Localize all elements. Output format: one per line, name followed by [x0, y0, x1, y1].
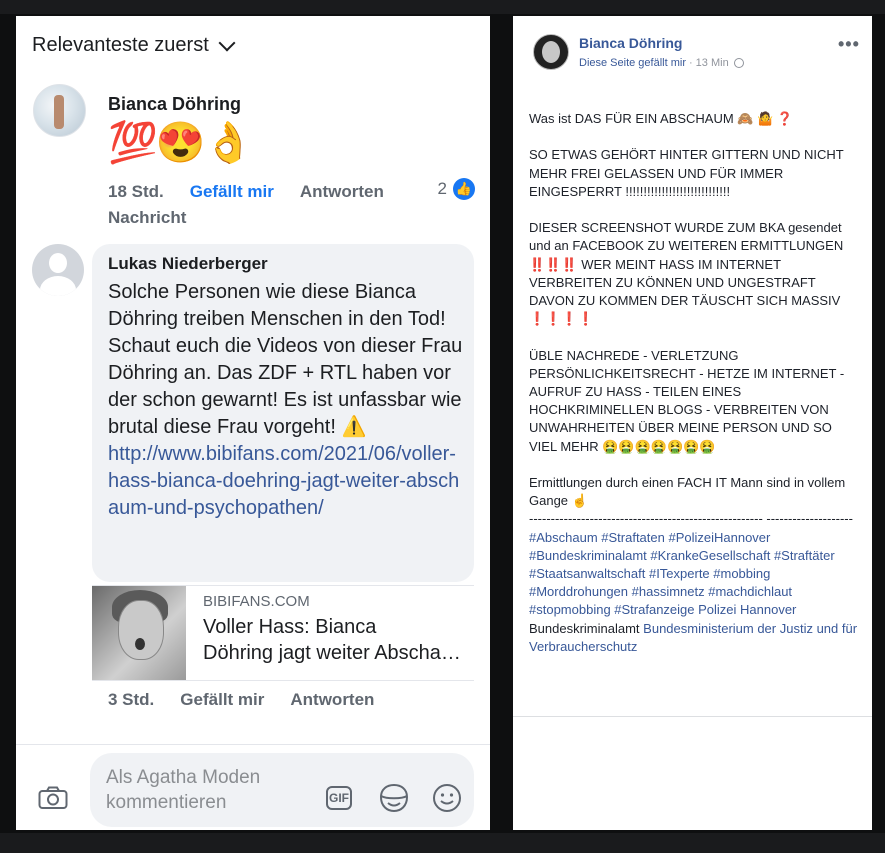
window-top-strip: [0, 0, 885, 14]
comment-author[interactable]: Lukas Niederberger: [108, 254, 268, 274]
post-divider-dashes: ----------------------------------------…: [529, 511, 853, 527]
message-button[interactable]: Nachricht: [108, 208, 186, 228]
reaction-count[interactable]: 2 👍: [438, 178, 475, 200]
window-bottom-strip: [0, 833, 885, 853]
page-liked-link[interactable]: Diese Seite gefällt mir: [579, 57, 686, 69]
post-paragraph: DIESER SCREENSHOT WURDE ZUM BKA gesendet…: [529, 219, 863, 328]
preview-title-line1: Voller Hass: Bianca: [203, 616, 377, 638]
more-options-icon[interactable]: •••: [838, 34, 860, 55]
post-paragraph: ÜBLE NACHREDE - VERLETZUNG PERSÖNLICHKEI…: [529, 347, 845, 454]
link-preview[interactable]: BIBIFANS.COM Voller Hass: Bianca Döhring…: [92, 585, 474, 681]
avatar[interactable]: [32, 244, 84, 296]
comment-emojis: 💯😍👌: [108, 121, 253, 165]
post-text: Bundeskriminalamt: [529, 620, 640, 636]
camera-icon[interactable]: [38, 786, 68, 810]
meta-separator: ·: [689, 57, 693, 69]
like-button[interactable]: Gefällt mir: [180, 690, 264, 710]
post-paragraph: Ermittlungen durch einen FACH IT Mann si…: [529, 475, 846, 509]
emoji-icon[interactable]: [432, 783, 462, 813]
exclamation-icons: ‼️‼️‼️: [529, 256, 578, 272]
reply-button[interactable]: Antworten: [290, 690, 374, 710]
comment-time[interactable]: 3 Std.: [108, 690, 154, 710]
comment-link[interactable]: http://www.bibifans.com/2021/06/voller-h…: [108, 443, 459, 519]
comments-panel: Relevanteste zuerst Bianca Döhring 💯😍👌 1…: [16, 16, 490, 830]
post-time[interactable]: 13 Min: [696, 57, 729, 69]
reply-button[interactable]: Antworten: [300, 182, 384, 202]
post-paragraph: SO ETWAS GEHÖRT HINTER GITTERN UND NICHT…: [529, 147, 844, 199]
comment-author[interactable]: Bianca Döhring: [108, 94, 241, 115]
exclamation-icons: ❗❗❗❗: [529, 311, 594, 327]
preview-domain: BIBIFANS.COM: [203, 593, 310, 610]
comment-time[interactable]: 18 Std.: [108, 182, 164, 202]
page-name[interactable]: Bianca Döhring: [579, 35, 682, 51]
comment-input[interactable]: Als Agatha Moden kommentieren GIF: [90, 753, 474, 827]
post-body: Was ist DAS FÜR EIN ABSCHAUM 🙈 🤷 ❓ SO ET…: [529, 110, 863, 656]
chevron-down-icon: [218, 34, 236, 51]
preview-thumbnail: [92, 586, 186, 680]
comment-text: Solche Personen wie diese Bianca Döhring…: [108, 279, 464, 522]
globe-icon: [733, 58, 744, 68]
gif-icon[interactable]: GIF: [326, 786, 352, 810]
comment-placeholder: Als Agatha Moden kommentieren: [106, 767, 261, 813]
comment-actions: 18 Std. Gefällt mir Antworten: [108, 182, 384, 202]
hashtag-links[interactable]: #Abschaum #Straftaten #PolizeiHannover #…: [529, 530, 835, 618]
post-panel: Bianca Döhring Diese Seite gefällt mir ·…: [513, 16, 872, 830]
page-avatar[interactable]: [533, 34, 569, 70]
post-meta: Diese Seite gefällt mir · 13 Min: [579, 57, 744, 69]
hashtags: #Abschaum #Straftaten #PolizeiHannover #…: [529, 529, 863, 656]
sort-label: Relevanteste zuerst: [32, 34, 209, 56]
preview-title-line2: Döhring jagt weiter Abschaum und Psychop…: [203, 642, 465, 664]
comment-bubble: Lukas Niederberger Solche Personen wie d…: [92, 244, 474, 582]
divider: [513, 716, 872, 717]
like-button[interactable]: Gefällt mir: [190, 182, 274, 202]
comment-body: Solche Personen wie diese Bianca Döhring…: [108, 281, 463, 438]
comment-actions: 3 Std. Gefällt mir Antworten: [108, 690, 374, 710]
sort-dropdown[interactable]: Relevanteste zuerst: [32, 34, 236, 57]
sticker-icon[interactable]: [378, 783, 410, 813]
divider: [16, 744, 490, 745]
post-text: DIESER SCREENSHOT WURDE ZUM BKA gesendet…: [529, 220, 844, 254]
like-count: 2: [437, 179, 447, 198]
preview-title: Voller Hass: Bianca Döhring jagt weiter …: [203, 614, 465, 666]
thumbs-up-icon: 👍: [453, 178, 475, 200]
post-paragraph: Was ist DAS FÜR EIN ABSCHAUM 🙈 🤷 ❓: [529, 111, 794, 126]
avatar[interactable]: [33, 84, 86, 137]
